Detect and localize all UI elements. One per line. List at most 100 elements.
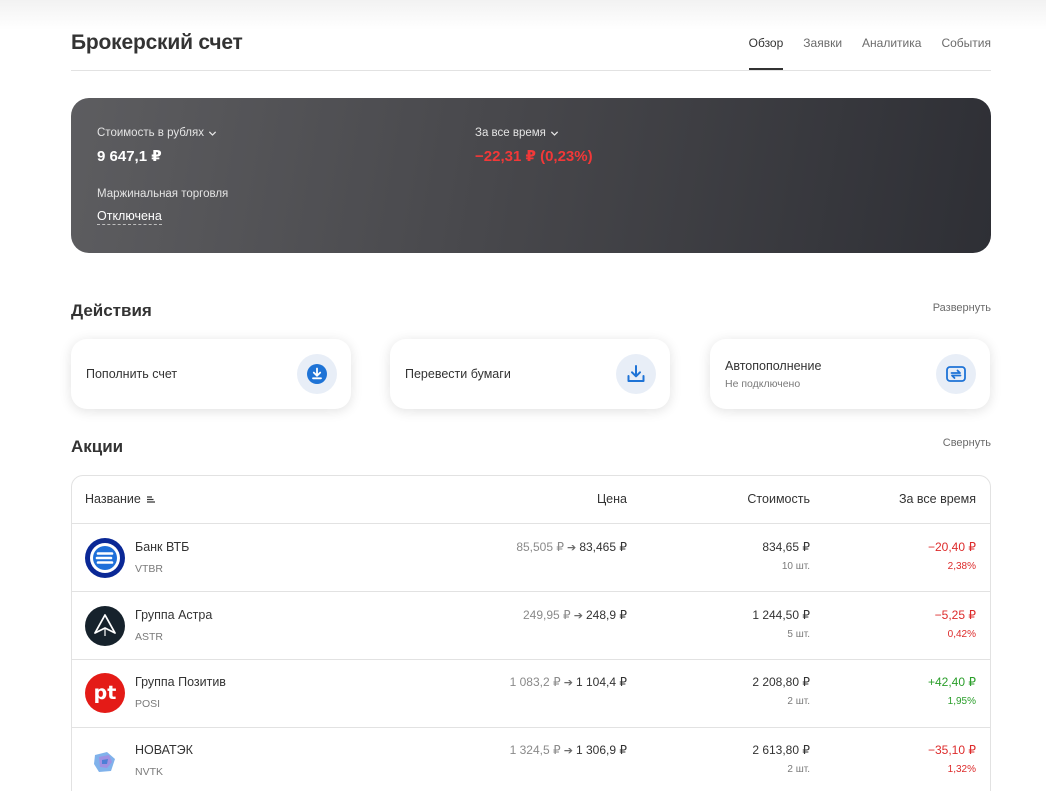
table-row[interactable]: Банк ВТБ VTBR 85,505 ₽ ➔ 83,465 ₽ 834,65… (72, 524, 990, 592)
stock-ticker: ASTR (135, 631, 164, 643)
position-value: 2 613,80 ₽ (752, 743, 810, 757)
price-new: 248,9 ₽ (586, 608, 627, 622)
stock-name: Банк ВТБ (135, 540, 190, 554)
price-old: 1 324,5 ₽ (509, 743, 561, 757)
price-cell: 249,95 ₽ ➔ 248,9 ₽ (523, 608, 627, 622)
position-value: 2 208,80 ₽ (752, 675, 810, 689)
price-new: 1 104,4 ₽ (575, 675, 627, 689)
stock-ticker: VTBR (135, 563, 164, 575)
stock-cell: НОВАТЭК NVTK (135, 743, 193, 778)
change-cell: +42,40 ₽ 1,95% (928, 675, 976, 707)
autopay-status: Не подключено (725, 377, 801, 390)
page-title: Брокерский счет (71, 31, 243, 54)
value-currency-selector[interactable]: Стоимость в рублях (97, 127, 217, 139)
arrow-right-icon: ➔ (560, 745, 576, 757)
action-text: Автопополнение Не подключено (725, 339, 821, 409)
action-label: Пополнить счет (86, 367, 178, 381)
position-qty: 2 шт. (787, 696, 810, 707)
sort-by-name-button[interactable]: Название (85, 492, 156, 506)
chevron-down-icon (208, 130, 217, 136)
value-cell: 2 613,80 ₽ 2 шт. (752, 743, 810, 775)
change-cell: −20,40 ₽ 2,38% (928, 540, 976, 572)
action-label: Автопополнение (725, 358, 822, 373)
change-pct: 0,42% (947, 629, 976, 640)
change-abs: −5,25 ₽ (934, 608, 976, 622)
period-selector[interactable]: За все время (475, 127, 593, 139)
price-cell: 85,505 ₽ ➔ 83,465 ₽ (516, 540, 627, 554)
page-header: Брокерский счет Обзор Заявки Аналитика С… (71, 0, 991, 71)
column-change[interactable]: За все время (899, 492, 976, 506)
change-cell: −5,25 ₽ 0,42% (935, 608, 976, 640)
column-name: Название (85, 492, 141, 506)
novatek-logo (85, 742, 125, 782)
stock-name: НОВАТЭК (135, 743, 193, 757)
change-pct: 1,95% (947, 696, 976, 707)
price-old: 85,505 ₽ (516, 540, 564, 554)
stock-ticker: POSI (135, 698, 161, 710)
price-cell: 1 083,2 ₽ ➔ 1 104,4 ₽ (510, 675, 627, 689)
position-value: 834,65 ₽ (762, 540, 810, 554)
sort-icon (146, 496, 155, 503)
stock-cell: Группа Позитив POSI (135, 675, 226, 710)
transfer-securities-button[interactable]: Перевести бумаги (390, 339, 670, 409)
column-price[interactable]: Цена (597, 492, 627, 506)
arrow-right-icon: ➔ (560, 677, 576, 689)
change-cell: −35,10 ₽ 1,32% (928, 743, 976, 775)
stock-name: Группа Позитив (135, 675, 226, 689)
change-abs: +42,40 ₽ (927, 675, 976, 689)
expand-actions-link[interactable]: Развернуть (933, 302, 991, 314)
value-cell: 834,65 ₽ 10 шт. (762, 540, 810, 572)
change-pct: 2,38% (947, 561, 976, 572)
change-pct: 1,32% (947, 764, 976, 775)
stock-cell: Группа Астра ASTR (135, 608, 212, 643)
price-old: 249,95 ₽ (522, 608, 571, 622)
price-old: 1 083,2 ₽ (509, 675, 561, 689)
value-label: Стоимость в рублях (97, 127, 204, 139)
tab-analytics[interactable]: Аналитика (862, 36, 921, 70)
column-value[interactable]: Стоимость (747, 492, 810, 506)
position-qty: 10 шт. (781, 561, 810, 572)
action-text: Пополнить счет (86, 339, 177, 409)
table-row[interactable]: Группа Астра ASTR 249,95 ₽ ➔ 248,9 ₽ 1 2… (72, 592, 990, 660)
value-cell: 2 208,80 ₽ 2 шт. (752, 675, 810, 707)
position-qty: 5 шт. (787, 629, 810, 640)
stock-ticker: NVTK (135, 766, 164, 778)
account-summary-card: Стоимость в рублях 9 647,1 ₽ За все врем… (71, 98, 991, 253)
stocks-heading: Акции Свернуть (71, 435, 991, 459)
actions-title: Действия (71, 301, 152, 320)
portfolio-value: 9 647,1 ₽ (97, 148, 162, 165)
auto-repeat-icon (936, 354, 976, 394)
table-row[interactable]: pt Группа Позитив POSI 1 083,2 ₽ ➔ 1 104… (72, 660, 990, 728)
change-abs: −35,10 ₽ (927, 743, 976, 757)
tab-overview[interactable]: Обзор (748, 36, 783, 70)
collapse-stocks-link[interactable]: Свернуть (943, 437, 991, 449)
vtb-logo (85, 538, 125, 578)
tab-events[interactable]: События (941, 36, 991, 70)
price-cell: 1 324,5 ₽ ➔ 1 306,9 ₽ (510, 743, 627, 757)
stocks-table: Название Цена Стоимость За все время Бан… (71, 475, 991, 791)
positive-logo: pt (85, 673, 125, 713)
stock-cell: Банк ВТБ VTBR (135, 540, 189, 575)
tab-orders[interactable]: Заявки (803, 36, 842, 70)
period-block: За все время −22,31 ₽ (0,23%) (475, 127, 593, 165)
stocks-title: Акции (71, 437, 124, 456)
table-header: Название Цена Стоимость За все время (72, 476, 990, 524)
price-new: 83,465 ₽ (579, 540, 627, 554)
action-label: Перевести бумаги (405, 367, 511, 381)
period-change: −22,31 ₽ (0,23%) (475, 148, 593, 165)
autopay-button[interactable]: Автопополнение Не подключено (710, 339, 990, 409)
arrow-right-icon: ➔ (563, 542, 580, 554)
price-new: 1 306,9 ₽ (575, 743, 627, 757)
top-up-account-button[interactable]: Пополнить счет (71, 339, 351, 409)
arrow-right-icon: ➔ (570, 610, 586, 622)
change-abs: −20,40 ₽ (927, 540, 976, 554)
chevron-down-icon (550, 130, 559, 136)
position-value: 1 244,50 ₽ (752, 608, 810, 622)
table-row[interactable]: НОВАТЭК NVTK 1 324,5 ₽ ➔ 1 306,9 ₽ 2 613… (72, 728, 990, 791)
margin-status-link[interactable]: Отключена (97, 209, 162, 225)
stock-name: Группа Астра (135, 608, 213, 622)
margin-block: Маржинальная торговля Отключена (97, 188, 228, 225)
position-qty: 2 шт. (787, 764, 810, 775)
actions-heading: Действия Развернуть (71, 300, 991, 324)
download-circle-icon (297, 354, 337, 394)
